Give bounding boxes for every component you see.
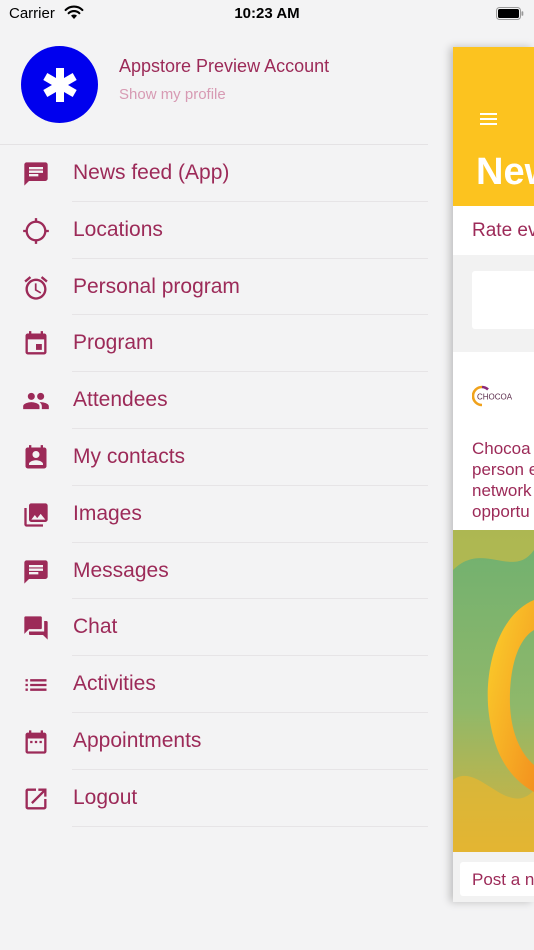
clock: 10:23 AM	[234, 5, 300, 22]
show-profile-link[interactable]: Show my profile	[119, 86, 226, 103]
calendar-grid-icon	[22, 728, 50, 756]
drawer-menu: News feed (App) Locations Personal progr…	[0, 145, 428, 827]
menu-item-news-feed[interactable]: News feed (App)	[0, 145, 428, 202]
app-header: New	[453, 47, 534, 206]
list-icon	[22, 671, 50, 699]
background-screen[interactable]: New Rate ev CHOCOA Chocoa person e netwo…	[453, 47, 534, 902]
menu-item-label: Personal program	[73, 274, 240, 298]
menu-item-label: Attendees	[73, 388, 168, 412]
news-feed-icon	[22, 160, 50, 188]
menu-item-label: Locations	[73, 217, 163, 241]
post-text-line: opportu	[472, 502, 530, 521]
svg-text:CHOCOA: CHOCOA	[477, 393, 513, 402]
menu-item-chat[interactable]: Chat	[0, 599, 428, 657]
screen-title: New	[476, 151, 534, 193]
menu-item-logout[interactable]: Logout	[0, 770, 428, 827]
post-bar: Post a n	[453, 852, 534, 902]
navigation-drawer: Appstore Preview Account Show my profile…	[0, 30, 428, 950]
logout-icon	[22, 785, 50, 813]
divider	[72, 825, 428, 827]
message-icon	[22, 558, 50, 586]
menu-item-personal-program[interactable]: Personal program	[0, 259, 428, 316]
menu-item-label: Chat	[73, 615, 118, 639]
menu-item-appointments[interactable]: Appointments	[0, 713, 428, 770]
profile-name: Appstore Preview Account	[119, 56, 330, 76]
crosshair-icon	[22, 217, 50, 245]
menu-item-label: Images	[73, 501, 142, 525]
contact-card-icon	[22, 444, 50, 472]
post-input[interactable]	[472, 271, 534, 329]
menu-item-messages[interactable]: Messages	[0, 543, 428, 600]
post-text-line: network	[472, 481, 532, 500]
menu-item-label: Appointments	[73, 728, 202, 752]
menu-item-program[interactable]: Program	[0, 315, 428, 373]
status-bar: Carrier 10:23 AM	[0, 0, 534, 30]
battery-icon	[496, 7, 524, 20]
menu-item-label: Activities	[73, 672, 156, 696]
rate-event-row[interactable]: Rate ev	[453, 207, 534, 256]
profile-header[interactable]: Appstore Preview Account Show my profile	[0, 30, 428, 145]
menu-item-my-contacts[interactable]: My contacts	[0, 429, 428, 486]
menu-item-label: Program	[73, 331, 154, 355]
rate-event-text: Rate ev	[472, 220, 534, 241]
asterisk-icon	[42, 67, 77, 102]
post-text-line: Chocoa	[472, 439, 531, 458]
menu-item-locations[interactable]: Locations	[0, 202, 428, 259]
post-image[interactable]	[453, 530, 534, 852]
post-new-label: Post a n	[472, 870, 534, 889]
images-icon	[22, 501, 50, 529]
chat-icon	[22, 614, 50, 642]
hamburger-menu-icon[interactable]	[480, 113, 497, 125]
people-icon	[22, 387, 50, 415]
menu-item-activities[interactable]: Activities	[0, 656, 428, 713]
composer-area	[453, 255, 534, 352]
alarm-clock-icon	[22, 274, 50, 302]
avatar[interactable]	[21, 46, 98, 123]
menu-item-label: Messages	[73, 558, 169, 582]
menu-item-label: Logout	[73, 785, 138, 809]
menu-item-label: News feed (App)	[73, 161, 230, 184]
menu-item-images[interactable]: Images	[0, 486, 428, 543]
post-text: Chocoa person e network opportu	[472, 438, 534, 522]
post-text-line: person e	[472, 460, 534, 479]
menu-item-label: My contacts	[73, 444, 186, 468]
calendar-icon	[22, 330, 50, 358]
chocoa-logo: CHOCOA	[471, 384, 520, 408]
post-new-button[interactable]: Post a n	[460, 862, 534, 896]
menu-item-attendees[interactable]: Attendees	[0, 372, 428, 429]
